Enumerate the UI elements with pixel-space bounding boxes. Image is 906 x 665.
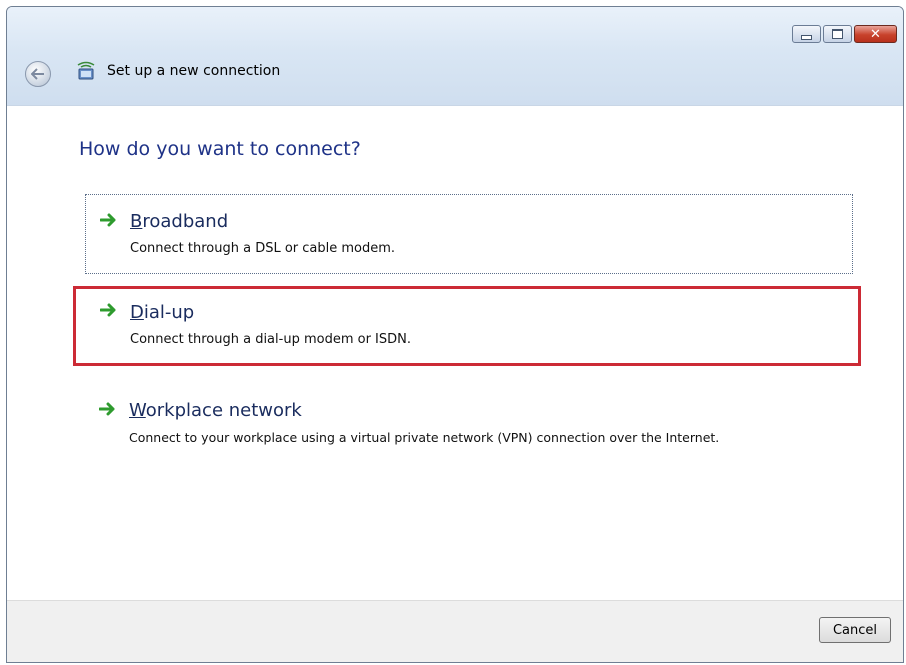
minimize-button[interactable]	[792, 25, 821, 43]
wizard-content: How do you want to connect? Broadband Co…	[7, 106, 903, 603]
option-description: Connect through a DSL or cable modem.	[130, 241, 396, 256]
cancel-button[interactable]: Cancel	[819, 617, 891, 643]
option-title: Broadband	[130, 211, 229, 232]
option-broadband[interactable]: Broadband Connect through a DSL or cable…	[85, 194, 853, 274]
option-title: Dial-up	[130, 302, 195, 323]
wizard-footer: Cancel	[7, 600, 903, 662]
close-button[interactable]: ✕	[854, 25, 897, 43]
green-arrow-icon	[100, 303, 116, 317]
minimize-icon	[801, 34, 812, 40]
window-controls: ✕	[792, 25, 897, 43]
back-arrow-icon	[31, 68, 44, 80]
back-button[interactable]	[25, 61, 51, 87]
option-workplace-network[interactable]: Workplace network Connect to your workpl…	[85, 384, 853, 464]
green-arrow-icon	[100, 213, 116, 227]
network-connection-icon	[77, 61, 95, 80]
title-bar: ✕ Set up a new connection	[7, 7, 903, 106]
option-title: Workplace network	[129, 400, 302, 421]
maximize-button[interactable]	[823, 25, 852, 43]
maximize-icon	[832, 29, 843, 39]
option-description: Connect to your workplace using a virtua…	[129, 430, 720, 445]
page-heading: How do you want to connect?	[79, 138, 361, 160]
wizard-window: ✕ Set up a new connection How do you wan…	[6, 6, 904, 663]
option-description: Connect through a dial-up modem or ISDN.	[130, 332, 411, 347]
option-dial-up[interactable]: Dial-up Connect through a dial-up modem …	[73, 286, 861, 366]
close-icon: ✕	[870, 26, 881, 42]
wizard-title: Set up a new connection	[107, 63, 281, 79]
green-arrow-icon	[99, 402, 115, 416]
